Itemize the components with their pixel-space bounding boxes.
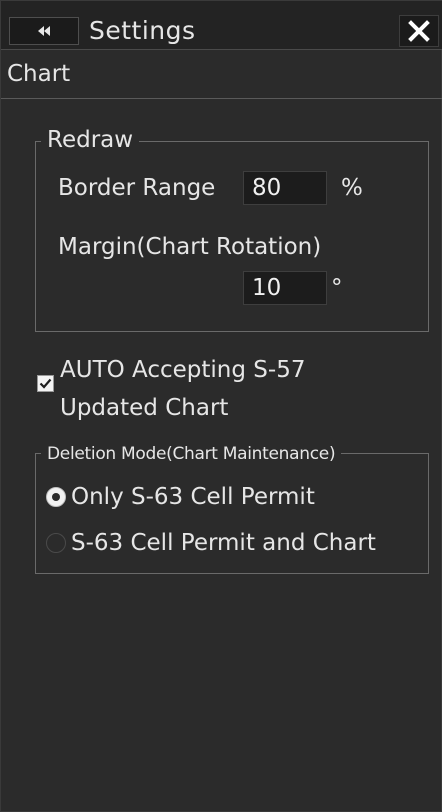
margin-unit: ° [331, 275, 343, 301]
close-button[interactable] [399, 15, 439, 47]
option-label-only-s63-cell-permit: Only S-63 Cell Permit [71, 484, 315, 510]
double-left-arrow-icon [38, 26, 50, 36]
section-title: Chart [7, 61, 71, 87]
checkmark-icon [39, 378, 52, 389]
border-range-label: Border Range [58, 175, 216, 201]
close-icon [408, 20, 430, 42]
option-label-s63-cell-permit-and-chart: S-63 Cell Permit and Chart [71, 530, 376, 556]
auto-accept-label-line1: AUTO Accepting S-57 [60, 357, 306, 383]
radio-only-s63-cell-permit[interactable] [46, 487, 66, 507]
margin-label: Margin(Chart Rotation) [58, 234, 322, 260]
margin-input[interactable] [243, 271, 327, 305]
redraw-legend: Redraw [41, 125, 140, 155]
deletion-mode-legend: Deletion Mode(Chart Maintenance) [41, 443, 342, 465]
radio-s63-cell-permit-and-chart[interactable] [46, 533, 66, 553]
border-range-unit: % [341, 175, 363, 201]
border-range-input[interactable] [243, 171, 327, 205]
settings-panel: Settings Chart Redraw Border Range % Mar… [0, 0, 442, 812]
auto-accept-label-line2: Updated Chart [60, 395, 229, 421]
auto-accept-checkbox[interactable] [37, 375, 54, 392]
collapse-button[interactable] [9, 17, 79, 45]
window-title: Settings [89, 16, 196, 45]
